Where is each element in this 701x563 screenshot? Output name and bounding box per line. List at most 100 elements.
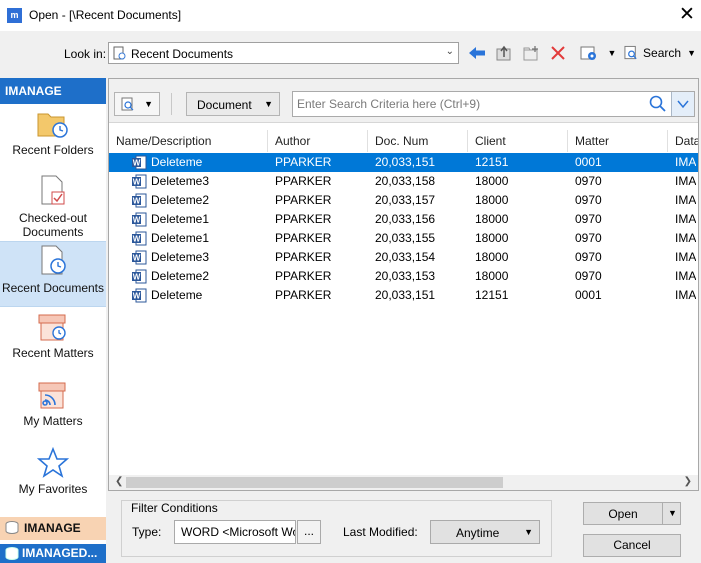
table-row[interactable]: W Deleteme3 PPARKER 20,033,154 18000 0970 IMA xyxy=(109,248,698,267)
sidebar-item-label: Checked-out Documents xyxy=(18,211,88,239)
table-cell: 0970 xyxy=(575,212,602,226)
document-folder-icon xyxy=(113,46,126,60)
search-button[interactable]: Search ▼ xyxy=(624,42,696,64)
last-modified-dropdown[interactable]: Anytime ▼ xyxy=(430,520,540,544)
table-cell: PPARKER xyxy=(275,250,332,264)
table-row[interactable]: W Deleteme PPARKER 20,033,151 12151 0001 IMA xyxy=(109,153,698,172)
table-cell: 18000 xyxy=(475,269,509,283)
type-field[interactable]: WORD <Microsoft Word xyxy=(174,520,296,544)
sidebar-item-my-matters[interactable]: My Matters xyxy=(0,379,106,431)
cancel-button[interactable]: Cancel xyxy=(583,534,681,557)
filter-bar: ▼ Document ▼ xyxy=(109,79,698,123)
chevron-down-icon[interactable]: ▼ xyxy=(668,508,677,518)
filter-conditions-title: Filter Conditions xyxy=(129,501,220,515)
settings-dropdown[interactable]: ▼ xyxy=(605,42,619,64)
footer-label: IMANAGE xyxy=(24,521,81,535)
divider xyxy=(171,93,172,115)
table-row[interactable]: W Deleteme1 PPARKER 20,033,155 18000 0970 IMA xyxy=(109,229,698,248)
document-type-dropdown[interactable]: Document ▼ xyxy=(186,92,280,116)
column-header[interactable]: Matter xyxy=(568,130,668,152)
word-document-icon: W xyxy=(132,231,147,246)
table-row[interactable]: W Deleteme3 PPARKER 20,033,158 18000 0970 IMA xyxy=(109,172,698,191)
open-button[interactable]: Open ▼ xyxy=(583,502,681,525)
table-cell: 18000 xyxy=(475,193,509,207)
scroll-thumb[interactable] xyxy=(126,477,503,488)
word-document-icon: W xyxy=(132,250,147,265)
table-cell: 18000 xyxy=(475,250,509,264)
new-folder-icon xyxy=(523,46,538,61)
table-cell: IMA xyxy=(675,250,697,264)
search-icon xyxy=(649,95,666,112)
table-cell: Deleteme2 xyxy=(151,269,210,283)
table-cell: PPARKER xyxy=(275,212,332,226)
delete-button[interactable] xyxy=(547,42,569,64)
document-type-value: Document xyxy=(197,98,252,112)
view-options-button[interactable]: ▼ xyxy=(114,92,160,116)
column-header[interactable]: Doc. Num xyxy=(368,130,468,152)
search-label: Search xyxy=(643,46,682,60)
word-document-icon: W xyxy=(132,212,147,227)
table-cell: 0970 xyxy=(575,174,602,188)
look-in-dropdown[interactable]: Recent Documents ⌄ xyxy=(108,42,459,64)
sidebar-item-recent-folders[interactable]: Recent Folders xyxy=(0,108,106,164)
type-browse-button[interactable]: ... xyxy=(297,520,321,544)
sidebar-footer-imanaged[interactable]: IMANAGED... xyxy=(0,544,106,563)
checked-out-icon xyxy=(41,175,65,205)
database-icon xyxy=(5,521,19,534)
svg-text:W: W xyxy=(133,254,141,263)
column-header[interactable]: Name/Description xyxy=(109,130,268,152)
table-cell: IMA xyxy=(675,193,697,207)
column-header[interactable]: Data xyxy=(668,130,698,152)
recent-folders-icon xyxy=(37,113,68,138)
delete-icon xyxy=(551,46,565,60)
title-bar: m Open - [\Recent Documents] ✕ xyxy=(0,0,701,31)
table-cell: Deleteme xyxy=(151,288,203,302)
table-cell: 18000 xyxy=(475,212,509,226)
settings-icon xyxy=(580,46,596,60)
back-arrow-icon xyxy=(469,47,485,59)
table-row[interactable]: W Deleteme2 PPARKER 20,033,153 18000 0970 IMA xyxy=(109,267,698,286)
table-cell: 0970 xyxy=(575,231,602,245)
sidebar-item-my-favorites[interactable]: My Favorites xyxy=(0,447,106,499)
table-cell: PPARKER xyxy=(275,155,332,169)
sidebar-item-checked-out[interactable]: Checked-out Documents xyxy=(0,174,106,239)
window-title: Open - [\Recent Documents] xyxy=(29,8,182,22)
chevron-down-icon: ▼ xyxy=(264,99,273,109)
column-header[interactable]: Client xyxy=(468,130,568,152)
search-options-button[interactable] xyxy=(671,92,694,116)
settings-button[interactable] xyxy=(578,42,600,64)
sidebar-item-label: Recent Folders xyxy=(12,143,94,157)
chevron-down-icon xyxy=(677,100,689,109)
new-folder-button[interactable] xyxy=(520,42,542,64)
horizontal-scrollbar[interactable]: ❮ ❯ xyxy=(109,475,698,490)
up-folder-button[interactable] xyxy=(493,42,515,64)
svg-text:W: W xyxy=(133,216,141,225)
table-row[interactable]: W Deleteme1 PPARKER 20,033,156 18000 0970 IMA xyxy=(109,210,698,229)
table-cell: 20,033,155 xyxy=(375,231,436,245)
results-table: Name/Description Author Doc. Num Client … xyxy=(109,123,698,475)
sidebar-footer-imanage[interactable]: IMANAGE xyxy=(0,517,106,540)
sidebar-item-recent-matters[interactable]: Recent Matters xyxy=(0,311,106,363)
word-document-icon: W xyxy=(132,193,147,208)
word-document-icon: W xyxy=(132,269,147,284)
chevron-down-icon: ▼ xyxy=(524,527,533,537)
look-in-value: Recent Documents xyxy=(131,47,234,61)
column-header[interactable]: Author xyxy=(268,130,368,152)
search-page-icon xyxy=(121,97,134,111)
scroll-right-icon[interactable]: ❯ xyxy=(684,476,692,487)
word-document-icon: W xyxy=(132,155,147,170)
search-criteria-box[interactable] xyxy=(292,91,695,117)
search-input[interactable] xyxy=(297,96,637,112)
table-cell: IMA xyxy=(675,288,697,302)
scroll-left-icon[interactable]: ❮ xyxy=(115,476,123,487)
table-row[interactable]: W Deleteme2 PPARKER 20,033,157 18000 0970 IMA xyxy=(109,191,698,210)
recent-matters-icon xyxy=(38,314,66,341)
table-row[interactable]: W Deleteme PPARKER 20,033,151 12151 0001 IMA xyxy=(109,286,698,305)
word-document-icon: W xyxy=(132,174,147,189)
sidebar-item-label: My Favorites xyxy=(18,482,88,496)
table-cell: IMA xyxy=(675,155,697,169)
sidebar-item-recent-documents[interactable]: Recent Documents xyxy=(0,241,106,307)
table-cell: 0001 xyxy=(575,155,602,169)
close-icon[interactable]: ✕ xyxy=(676,3,698,27)
back-button[interactable] xyxy=(466,42,488,64)
